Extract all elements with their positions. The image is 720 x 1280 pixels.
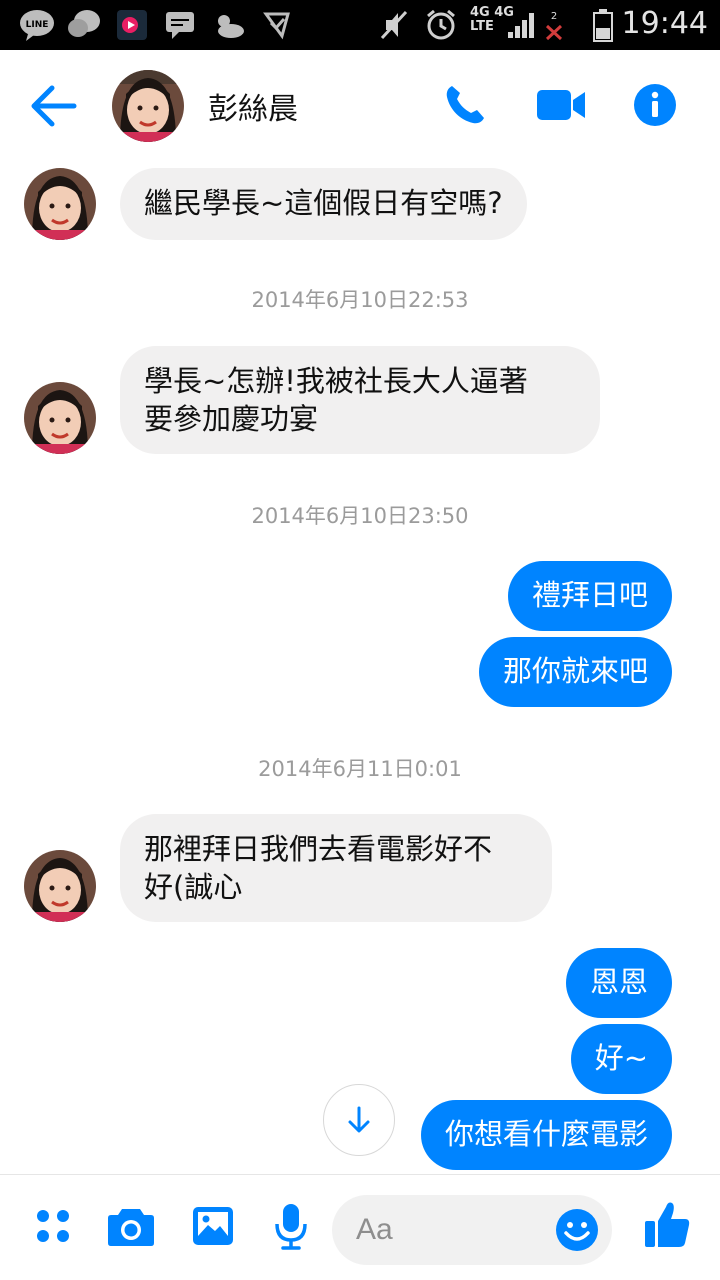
outgoing-message[interactable]: 好~ <box>570 1024 672 1094</box>
voice-call-button[interactable] <box>438 80 492 130</box>
mute-icon <box>378 8 410 42</box>
svg-text:2: 2 <box>551 11 557 22</box>
video-icon <box>537 90 585 120</box>
back-button[interactable] <box>28 84 80 128</box>
scroll-to-bottom-button[interactable] <box>323 1084 395 1156</box>
message-input-container <box>332 1195 612 1265</box>
status-bar: LINE 4G 4G LTE 2 19:44 <box>0 0 720 50</box>
alarm-icon <box>424 8 458 42</box>
message-text: 恩恩 <box>589 965 648 999</box>
phone-icon <box>446 86 484 124</box>
message-text-line: 學長~怎辦!我被社長大人逼著 <box>144 364 528 398</box>
sender-avatar[interactable] <box>24 850 96 922</box>
message-timestamp: 2014年6月11日0:01 <box>258 757 462 781</box>
microphone-icon <box>275 1204 307 1250</box>
message-timestamp: 2014年6月10日22:53 <box>251 288 469 312</box>
outgoing-message[interactable]: 禮拜日吧 <box>507 561 672 631</box>
messenger-chat-icon <box>66 8 102 42</box>
outgoing-message[interactable]: 那你就來吧 <box>478 637 672 707</box>
outgoing-message[interactable]: 你想看什麼電影 <box>420 1100 672 1170</box>
download-check-icon <box>262 8 292 42</box>
thumbs-up-icon <box>645 1202 690 1247</box>
info-button[interactable] <box>628 80 682 130</box>
contact-avatar[interactable] <box>112 70 184 142</box>
gallery-button[interactable] <box>188 1201 238 1251</box>
camera-button[interactable] <box>106 1201 156 1251</box>
sender-avatar[interactable] <box>24 382 96 454</box>
sender-avatar[interactable] <box>24 168 96 240</box>
emoji-icon <box>556 1209 598 1251</box>
clock: 19:44 <box>621 6 708 41</box>
message-text: 繼民學長~這個假日有空嗎? <box>144 186 503 220</box>
battery-icon <box>592 8 614 42</box>
message-timestamp: 2014年6月10日23:50 <box>251 504 469 528</box>
weather-icon <box>210 8 246 42</box>
message-composer <box>0 1174 720 1280</box>
more-apps-button[interactable] <box>28 1201 78 1251</box>
message-text: 那你就來吧 <box>502 654 648 688</box>
emoji-button[interactable] <box>554 1207 600 1253</box>
line-app-icon: LINE <box>18 8 56 42</box>
message-text-line: 好(誠心 <box>144 870 243 904</box>
voice-message-button[interactable] <box>266 1201 316 1251</box>
message-text: 好~ <box>594 1041 648 1075</box>
signal-icon <box>506 8 538 42</box>
camera-icon <box>108 1209 154 1246</box>
back-arrow-icon <box>31 85 77 127</box>
incoming-message[interactable]: 那裡拜日我們去看電影好不 好(誠心 <box>120 814 552 922</box>
conversation-header: 彭絲晨 <box>0 50 720 162</box>
message-icon <box>164 8 196 42</box>
arrow-down-icon <box>348 1106 370 1133</box>
message-text: 禮拜日吧 <box>531 578 648 612</box>
message-text: 你想看什麼電影 <box>444 1117 648 1151</box>
contact-name[interactable]: 彭絲晨 <box>208 84 298 128</box>
sim2-no-signal-icon: 2 <box>544 8 564 42</box>
message-text-line: 要參加慶功宴 <box>144 402 319 436</box>
incoming-message[interactable]: 繼民學長~這個假日有空嗎? <box>120 168 527 240</box>
message-text-line: 那裡拜日我們去看電影好不 <box>144 832 493 866</box>
outgoing-message[interactable]: 恩恩 <box>565 948 672 1018</box>
apps-icon <box>37 1210 69 1242</box>
message-input[interactable] <box>356 1195 546 1265</box>
video-app-icon <box>116 8 148 42</box>
svg-text:LINE: LINE <box>26 20 49 30</box>
info-icon <box>634 84 676 126</box>
like-button[interactable] <box>642 1199 692 1249</box>
video-call-button[interactable] <box>534 80 588 130</box>
gallery-icon <box>193 1207 233 1245</box>
incoming-message[interactable]: 學長~怎辦!我被社長大人逼著 要參加慶功宴 <box>120 346 600 454</box>
